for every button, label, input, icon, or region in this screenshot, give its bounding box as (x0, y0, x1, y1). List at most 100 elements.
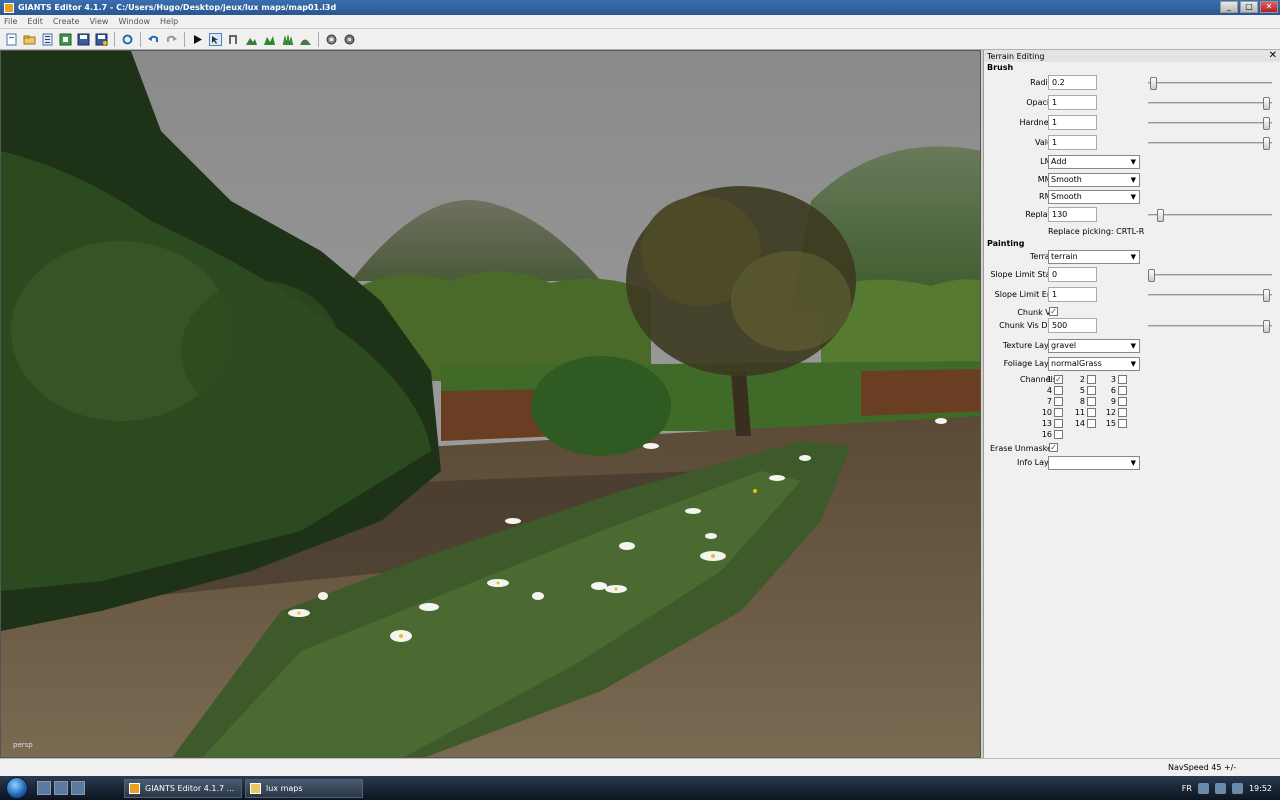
taskbar-item-lux-maps[interactable]: lux maps (245, 779, 363, 798)
slope-start-slider[interactable] (1148, 269, 1272, 282)
panel-title: Terrain Editing (987, 51, 1045, 61)
menu-help[interactable]: Help (160, 17, 178, 26)
mmb-dropdown[interactable]: Smooth ▼ (1048, 173, 1140, 187)
play-icon[interactable] (190, 32, 205, 47)
channel-checkbox[interactable] (1087, 386, 1096, 395)
close-button[interactable]: ✕ (1260, 1, 1278, 13)
menu-create[interactable]: Create (53, 17, 80, 26)
menu-view[interactable]: View (89, 17, 108, 26)
menu-window[interactable]: Window (118, 17, 150, 26)
channel-number: 9 (1110, 397, 1116, 406)
move-tool-icon[interactable] (226, 32, 241, 47)
save-icon[interactable] (76, 32, 91, 47)
terrain-sculpt-icon[interactable] (244, 32, 259, 47)
redo-icon[interactable] (164, 32, 179, 47)
channel-checkbox[interactable] (1054, 386, 1063, 395)
rmb-dropdown[interactable]: Smooth ▼ (1048, 190, 1140, 204)
value-slider[interactable] (1148, 137, 1272, 150)
channel-checkbox[interactable] (1087, 408, 1096, 417)
terrain-paint-icon[interactable] (262, 32, 277, 47)
channel-number: 14 (1074, 419, 1085, 428)
show-desktop-icon[interactable] (37, 781, 51, 795)
chevron-down-icon: ▼ (1130, 360, 1136, 368)
channel-checkbox[interactable] (1118, 419, 1127, 428)
list-icon[interactable] (40, 32, 55, 47)
minimize-button[interactable]: _ (1220, 1, 1238, 13)
slope-end-slider-knob[interactable] (1263, 289, 1270, 302)
taskbar-item-giants[interactable]: GIANTS Editor 4.1.7 ... (124, 779, 242, 798)
erase-unmasked-checkbox[interactable]: ✓ (1049, 443, 1058, 452)
terrain-smooth-icon[interactable] (298, 32, 313, 47)
chevron-down-icon: ▼ (1130, 158, 1136, 166)
value-input[interactable]: 1 (1048, 135, 1097, 150)
channel-checkbox[interactable] (1118, 397, 1127, 406)
menu-edit[interactable]: Edit (27, 17, 43, 26)
chunk-vis-dist-slider[interactable] (1148, 320, 1272, 333)
replace-slider[interactable] (1148, 209, 1272, 222)
hardness-slider-knob[interactable] (1263, 117, 1270, 130)
lmb-dropdown[interactable]: Add ▼ (1048, 155, 1140, 169)
terrain-dropdown[interactable]: terrain ▼ (1048, 250, 1140, 264)
slope-end-slider[interactable] (1148, 289, 1272, 302)
radius-row: Radius 0.2 (984, 75, 1280, 91)
settings-b-icon[interactable] (342, 32, 357, 47)
channel-checkbox[interactable]: ✓ (1054, 375, 1063, 384)
radius-input[interactable]: 0.2 (1048, 75, 1097, 90)
channel-checkbox[interactable] (1054, 397, 1063, 406)
reload-icon[interactable] (120, 32, 135, 47)
foliage-layer-dropdown[interactable]: normalGrass ▼ (1048, 357, 1140, 371)
hardness-input[interactable]: 1 (1048, 115, 1097, 130)
switch-windows-icon[interactable] (54, 781, 68, 795)
opacity-slider-knob[interactable] (1263, 97, 1270, 110)
replace-slider-knob[interactable] (1157, 209, 1164, 222)
channel-checkbox[interactable] (1087, 419, 1096, 428)
hardness-slider[interactable] (1148, 117, 1272, 130)
scene-render (1, 51, 980, 757)
language-indicator[interactable]: FR (1182, 784, 1192, 793)
export-icon[interactable] (58, 32, 73, 47)
radius-slider[interactable] (1148, 77, 1272, 90)
texture-layer-dropdown[interactable]: gravel ▼ (1048, 339, 1140, 353)
open-icon[interactable] (22, 32, 37, 47)
new-icon[interactable] (4, 32, 19, 47)
opacity-input[interactable]: 1 (1048, 95, 1097, 110)
undo-icon[interactable] (146, 32, 161, 47)
tray-volume-icon[interactable] (1214, 782, 1226, 794)
foliage-paint-icon[interactable] (280, 32, 295, 47)
replace-input[interactable]: 130 (1048, 207, 1097, 222)
radius-slider-knob[interactable] (1150, 77, 1157, 90)
tray-app-icon[interactable] (1231, 782, 1243, 794)
slope-end-input[interactable]: 1 (1048, 287, 1097, 302)
foliage-layer-value: normalGrass (1051, 359, 1102, 368)
channel-checkbox[interactable] (1087, 375, 1096, 384)
tray-network-icon[interactable] (1197, 782, 1209, 794)
slope-start-slider-knob[interactable] (1148, 269, 1155, 282)
channel-checkbox[interactable] (1118, 386, 1127, 395)
chunk-vis-dist-input[interactable]: 500 (1048, 318, 1097, 333)
settings-a-icon[interactable] (324, 32, 339, 47)
panel-close-icon[interactable]: ✕ (1269, 51, 1277, 61)
internet-explorer-icon[interactable] (71, 781, 85, 795)
channel-checkbox[interactable] (1054, 430, 1063, 439)
channel-checkbox[interactable] (1054, 419, 1063, 428)
select-tool-icon[interactable] (208, 32, 223, 47)
chevron-down-icon: ▼ (1130, 253, 1136, 261)
save-as-icon[interactable] (94, 32, 109, 47)
info-layer-dropdown[interactable]: ▼ (1048, 456, 1140, 470)
slope-start-input[interactable]: 0 (1048, 267, 1097, 282)
chunk-vis-checkbox[interactable]: ✓ (1049, 307, 1058, 316)
maximize-button[interactable]: □ (1240, 1, 1258, 13)
terrain-row: Terrain terrain ▼ (984, 249, 1280, 265)
slope-end-row: Slope Limit End 1 (984, 287, 1280, 303)
clock[interactable]: 19:52 (1249, 784, 1272, 793)
channel-checkbox[interactable] (1087, 397, 1096, 406)
3d-viewport[interactable]: persp (0, 50, 981, 758)
channel-checkbox[interactable] (1054, 408, 1063, 417)
value-slider-knob[interactable] (1263, 137, 1270, 150)
menu-file[interactable]: File (4, 17, 17, 26)
opacity-slider[interactable] (1148, 97, 1272, 110)
start-button[interactable] (0, 776, 34, 800)
channel-checkbox[interactable] (1118, 375, 1127, 384)
chunk-vis-dist-slider-knob[interactable] (1263, 320, 1270, 333)
channel-checkbox[interactable] (1118, 408, 1127, 417)
